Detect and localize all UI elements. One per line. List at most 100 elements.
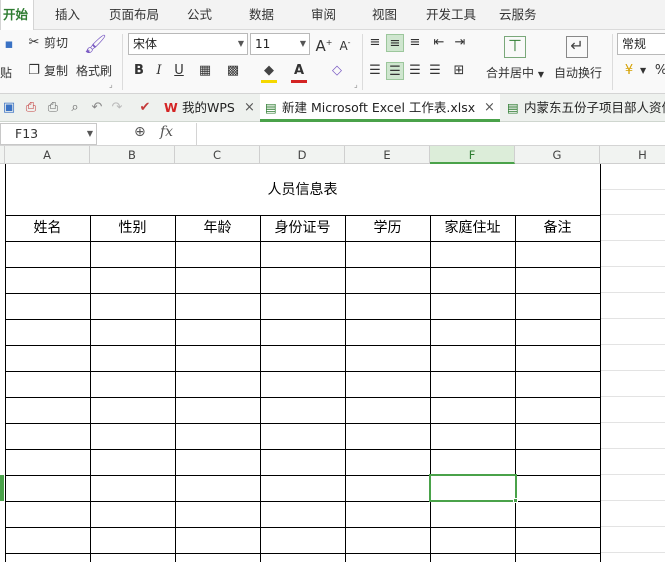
font-name-select[interactable]: 宋体 ▼ — [128, 33, 248, 55]
paste-icon[interactable]: ▪ — [0, 36, 18, 54]
close-icon[interactable]: × — [484, 94, 495, 122]
column-header[interactable]: E — [345, 146, 430, 164]
align-center-icon[interactable]: ☰ — [386, 62, 404, 80]
column-header[interactable]: G — [515, 146, 600, 164]
undo-icon[interactable]: ↶ — [88, 99, 106, 117]
cut-button[interactable]: 剪切 — [44, 34, 68, 52]
fill-handle[interactable] — [513, 498, 518, 503]
align-middle-icon[interactable]: ≡ — [386, 34, 404, 52]
gridline — [600, 318, 665, 319]
font-launcher-icon[interactable]: ⌟ — [354, 80, 358, 90]
tab-formulas[interactable]: 公式 — [187, 0, 212, 30]
italic-button[interactable]: I — [150, 62, 168, 80]
customize-toolbar-icon[interactable]: ✔ — [136, 99, 154, 117]
tab-view[interactable]: 视图 — [372, 0, 397, 30]
format-painter-button[interactable]: 格式刷 — [76, 62, 112, 80]
increase-indent-icon[interactable]: ⇥ — [451, 34, 469, 52]
insert-function-button[interactable]: fx — [160, 124, 173, 140]
shrink-font-button[interactable]: A- — [336, 34, 354, 53]
header-cell-gender[interactable]: 性别 — [90, 215, 175, 241]
header-cell-address[interactable]: 家庭住址 — [430, 215, 515, 241]
column-header[interactable]: A — [5, 146, 90, 164]
sheet-title-cell[interactable]: 人员信息表 — [5, 165, 600, 215]
header-cell-remarks[interactable]: 备注 — [515, 215, 600, 241]
column-header[interactable]: B — [90, 146, 175, 164]
print-preview-icon[interactable]: ⌕ — [66, 99, 84, 117]
format-painter-icon[interactable]: 🖌 — [84, 36, 107, 58]
fill-color-icon[interactable]: ◆ — [260, 62, 278, 80]
header-cell-id-number[interactable]: 身份证号 — [260, 215, 345, 241]
doc-tab-label: 我的WPS — [182, 100, 235, 115]
currency-icon[interactable]: ¥ — [620, 62, 638, 80]
tab-data[interactable]: 数据 — [249, 0, 274, 30]
document-tab-bar: ▣ ⎙ ⎙ ⌕ ↶ ↷ ✔ W 我的WPS × ▤ 新建 Microsoft E… — [0, 94, 665, 122]
cell-style-icon[interactable]: ▩ — [224, 62, 242, 80]
tab-insert[interactable]: 插入 — [55, 0, 80, 30]
header-cell-name[interactable]: 姓名 — [5, 215, 90, 241]
spreadsheet-grid[interactable]: A B C D E F G H 人员信息表 姓名 性别 年龄 身份证号 学历 家… — [0, 146, 665, 562]
percent-button[interactable]: % — [652, 62, 665, 80]
column-header-selected[interactable]: F — [430, 146, 515, 164]
doc-tab-hr-info[interactable]: ▤ 内蒙东五份子项目部人资信 — [502, 94, 665, 122]
formula-input[interactable] — [196, 123, 665, 145]
merge-center-button[interactable]: 合并居中 ▼ — [486, 64, 544, 84]
cut-icon[interactable]: ✂ — [25, 34, 43, 52]
align-right-icon[interactable]: ☰ — [406, 62, 424, 80]
name-box[interactable]: F13 ▼ — [0, 123, 97, 145]
tab-review[interactable]: 审阅 — [311, 0, 336, 30]
copy-icon[interactable]: ❐ — [25, 62, 43, 80]
distributed-icon[interactable]: ⊞ — [450, 62, 468, 80]
underline-button[interactable]: U — [170, 62, 188, 80]
tab-page-layout[interactable]: 页面布局 — [109, 0, 159, 30]
number-format-select[interactable]: 常规 — [617, 33, 665, 55]
gridline — [600, 189, 665, 190]
doc-tab-my-wps[interactable]: W 我的WPS × — [158, 94, 258, 122]
save-icon[interactable]: ▣ — [0, 99, 18, 117]
table-border — [5, 449, 601, 450]
column-header[interactable]: C — [175, 146, 260, 164]
table-border — [600, 164, 601, 562]
tab-home[interactable]: 开始 — [0, 0, 34, 31]
align-bottom-icon[interactable]: ≡ — [406, 34, 424, 52]
borders-icon[interactable]: ▦ — [196, 62, 214, 80]
formula-bar: F13 ▼ ⊕ fx — [0, 122, 665, 146]
clear-format-icon[interactable]: ◇ — [328, 62, 346, 80]
clipboard-launcher-icon[interactable]: ⌟ — [109, 80, 113, 90]
ribbon-separator — [362, 34, 363, 90]
chevron-down-icon[interactable]: ▼ — [640, 62, 646, 80]
column-header[interactable]: D — [260, 146, 345, 164]
align-left-icon[interactable]: ☰ — [366, 62, 384, 80]
tab-cloud-services[interactable]: 云服务 — [499, 0, 537, 30]
font-color-icon[interactable]: A — [290, 62, 308, 80]
tab-developer[interactable]: 开发工具 — [426, 0, 476, 30]
gridline — [600, 448, 665, 449]
header-cell-education[interactable]: 学历 — [345, 215, 430, 241]
close-icon[interactable]: × — [244, 94, 255, 122]
spreadsheet-file-icon: ▤ — [507, 100, 519, 115]
redo-icon[interactable]: ↷ — [108, 99, 126, 117]
header-cell-age[interactable]: 年龄 — [175, 215, 260, 241]
active-cell-f13[interactable] — [429, 474, 517, 502]
chevron-down-icon: ▼ — [237, 39, 244, 48]
font-size-select[interactable]: 11 ▼ — [250, 33, 310, 55]
justify-icon[interactable]: ☰ — [426, 62, 444, 80]
decrease-indent-icon[interactable]: ⇤ — [430, 34, 448, 52]
wrap-text-icon[interactable]: ↵ — [566, 36, 588, 58]
merge-center-icon[interactable]: ⊤ — [504, 36, 526, 58]
gridline — [600, 266, 665, 267]
fill-color-swatch — [261, 80, 277, 83]
column-header[interactable]: H — [600, 146, 665, 164]
print-icon[interactable]: ⎙ — [44, 99, 62, 117]
gridline — [600, 344, 665, 345]
gridline — [600, 474, 665, 475]
wrap-text-button[interactable]: 自动换行 — [554, 64, 602, 82]
export-pdf-icon[interactable]: ⎙ — [22, 99, 40, 117]
gridline — [600, 240, 665, 241]
grow-font-button[interactable]: A+ — [315, 34, 333, 55]
align-top-icon[interactable]: ≡ — [366, 34, 384, 52]
bold-button[interactable]: B — [130, 62, 148, 80]
zoom-function-icon[interactable]: ⊕ — [134, 124, 146, 140]
paste-label[interactable]: 贴 — [0, 64, 12, 82]
doc-tab-excel-workbook[interactable]: ▤ 新建 Microsoft Excel 工作表.xlsx × — [260, 94, 500, 122]
copy-button[interactable]: 复制 — [44, 62, 68, 80]
